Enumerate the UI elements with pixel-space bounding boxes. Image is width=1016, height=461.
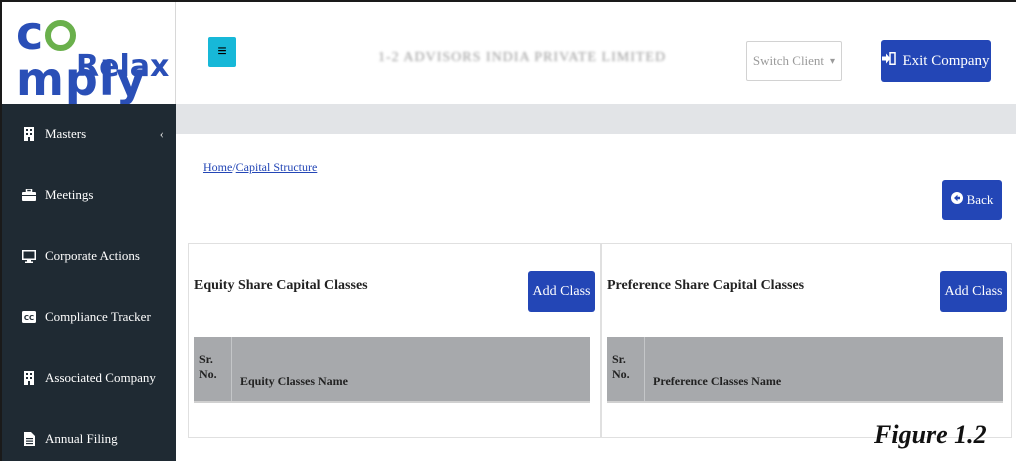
monitor-icon <box>22 249 36 263</box>
column-header-sr-no[interactable]: Sr. No. <box>607 337 645 401</box>
equity-table-header: Sr. No. Equity Classes Name <box>194 337 590 403</box>
preference-panel-title: Preference Share Capital Classes <box>607 278 805 293</box>
company-name: 1-2 ADVISORS INDIA PRIVATE LIMITED <box>378 50 667 65</box>
add-equity-class-button[interactable]: Add Class <box>528 271 595 312</box>
sidebar-item-corporate-actions[interactable]: Corporate Actions <box>2 226 176 286</box>
sidebar-item-label: Compliance Tracker <box>45 309 151 324</box>
equity-share-capital-panel: Equity Share Capital Classes Add Class S… <box>188 243 601 438</box>
switch-client-label: Switch Client <box>752 53 825 68</box>
exit-company-button[interactable]: Exit Company <box>881 40 991 82</box>
breadcrumb-current-link[interactable]: Capital Structure <box>236 160 318 174</box>
preference-share-capital-panel: Preference Share Capital Classes Add Cla… <box>601 243 1012 438</box>
sidebar-item-compliance-tracker[interactable]: CC Compliance Tracker <box>2 287 176 347</box>
back-label: Back <box>966 192 994 207</box>
column-header-sr-no[interactable]: Sr. No. <box>194 337 232 401</box>
caret-down-icon: ▾ <box>830 55 836 67</box>
building-icon <box>22 127 36 141</box>
sidebar-item-label: Associated Company <box>45 370 156 385</box>
svg-text:CC: CC <box>24 314 34 322</box>
sidebar-item-label: Corporate Actions <box>45 248 140 263</box>
sign-out-icon <box>882 52 897 70</box>
column-header-equity-classes-name[interactable]: Equity Classes Name <box>232 337 348 401</box>
cc-icon: CC <box>22 310 36 324</box>
sidebar-item-meetings[interactable]: Meetings <box>2 165 176 225</box>
switch-client-dropdown[interactable]: Switch Client ▾ <box>746 41 842 81</box>
sidebar-item-label: Masters <box>45 126 87 141</box>
breadcrumb-home-link[interactable]: Home <box>203 160 232 174</box>
sidebar-item-label: Annual Filing <box>45 431 118 446</box>
sidebar-item-annual-filing[interactable]: Annual Filing <box>2 409 176 461</box>
sidebar-item-label: Meetings <box>45 187 94 202</box>
app-window: cmply Relax Masters ‹ Meetings Corporate… <box>0 0 1016 461</box>
exit-company-label: Exit Company <box>902 52 990 69</box>
sidebar-item-masters[interactable]: Masters ‹ <box>2 104 176 164</box>
arrow-left-circle-icon <box>950 192 963 208</box>
preference-table-header: Sr. No. Preference Classes Name <box>607 337 1003 403</box>
back-button[interactable]: Back <box>942 180 1002 220</box>
sidebar-item-associated-company[interactable]: Associated Company <box>2 348 176 408</box>
header-divider-strip <box>176 104 1016 134</box>
file-icon <box>22 432 36 446</box>
chevron-left-icon: ‹ <box>159 126 164 141</box>
logo-relax-text: Relax <box>76 49 170 84</box>
top-header: ≡ 1-2 ADVISORS INDIA PRIVATE LIMITED Swi… <box>176 2 1016 104</box>
briefcase-icon <box>22 188 36 202</box>
figure-caption: Figure 1.2 <box>874 420 987 449</box>
breadcrumb: Home/Capital Structure <box>203 160 317 175</box>
logo[interactable]: cmply Relax <box>2 2 176 104</box>
sidebar: Masters ‹ Meetings Corporate Actions CC … <box>2 104 176 461</box>
menu-toggle-button[interactable]: ≡ <box>208 37 236 67</box>
equity-panel-title: Equity Share Capital Classes <box>194 278 368 293</box>
building-icon <box>22 371 36 385</box>
column-header-preference-classes-name[interactable]: Preference Classes Name <box>645 337 781 401</box>
add-preference-class-button[interactable]: Add Class <box>940 271 1007 312</box>
